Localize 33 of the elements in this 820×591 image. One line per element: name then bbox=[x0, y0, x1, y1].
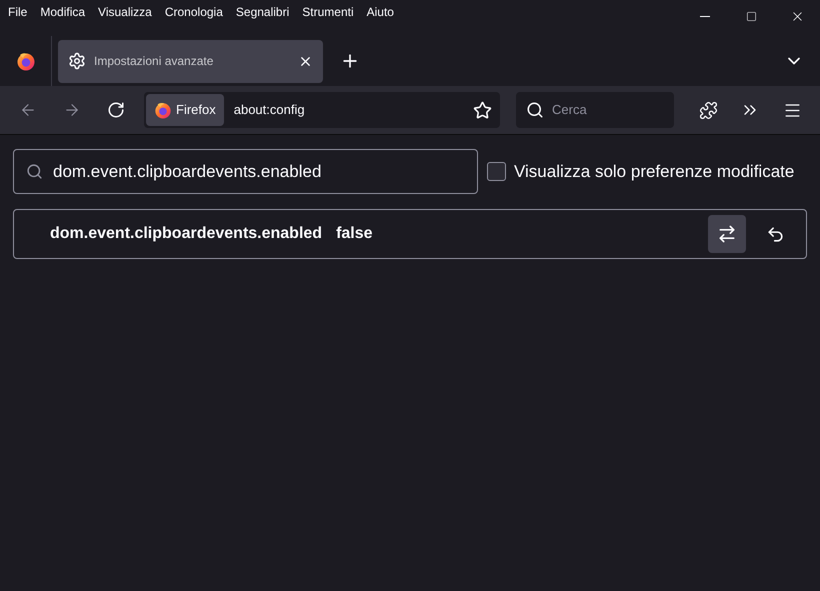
tab-title: Impostazioni avanzate bbox=[94, 53, 214, 70]
search-icon bbox=[526, 101, 544, 119]
menu-item[interactable]: Aiuto bbox=[366, 3, 394, 21]
browser-tab[interactable]: Impostazioni avanzate bbox=[58, 40, 323, 82]
menu-item[interactable]: Segnalibri bbox=[236, 3, 290, 21]
url-text: about:config bbox=[234, 101, 305, 120]
settings-icon bbox=[68, 52, 86, 70]
menu-item[interactable]: Strumenti bbox=[302, 3, 354, 21]
preference-search-field[interactable]: dom.event.clipboardevents.enabled bbox=[13, 149, 478, 194]
identity-label: Firefox bbox=[176, 101, 216, 120]
search-bar[interactable]: Cerca bbox=[516, 92, 674, 128]
swap-arrows-icon bbox=[717, 224, 737, 244]
bookmark-star-icon[interactable] bbox=[473, 100, 492, 120]
preference-value: false bbox=[336, 224, 373, 244]
browser-logo-icon bbox=[16, 51, 36, 71]
undo-arrow-icon bbox=[766, 224, 784, 244]
checkbox[interactable] bbox=[487, 162, 506, 181]
search-input[interactable]: dom.event.clipboardevents.enabled bbox=[53, 158, 465, 184]
address-bar[interactable]: Firefox about:config bbox=[144, 92, 500, 128]
reload-icon bbox=[107, 101, 125, 119]
search-placeholder: Cerca bbox=[552, 101, 587, 120]
search-icon bbox=[26, 163, 43, 180]
menu-item[interactable]: Modifica bbox=[40, 3, 86, 21]
browser-logo-icon bbox=[154, 101, 172, 119]
checkbox-label: Visualizza solo preferenze modificate bbox=[514, 160, 794, 183]
preference-name: dom.event.clipboardevents.enabled bbox=[50, 224, 322, 244]
puzzle-icon bbox=[698, 100, 718, 120]
toggle-button[interactable] bbox=[708, 215, 746, 253]
menu-item[interactable]: Visualizza bbox=[98, 3, 152, 21]
menu-item[interactable]: Cronologia bbox=[164, 3, 223, 21]
maximize-icon bbox=[746, 10, 756, 22]
identity-badge[interactable]: Firefox bbox=[146, 94, 224, 126]
menu-item[interactable]: File bbox=[8, 3, 28, 21]
